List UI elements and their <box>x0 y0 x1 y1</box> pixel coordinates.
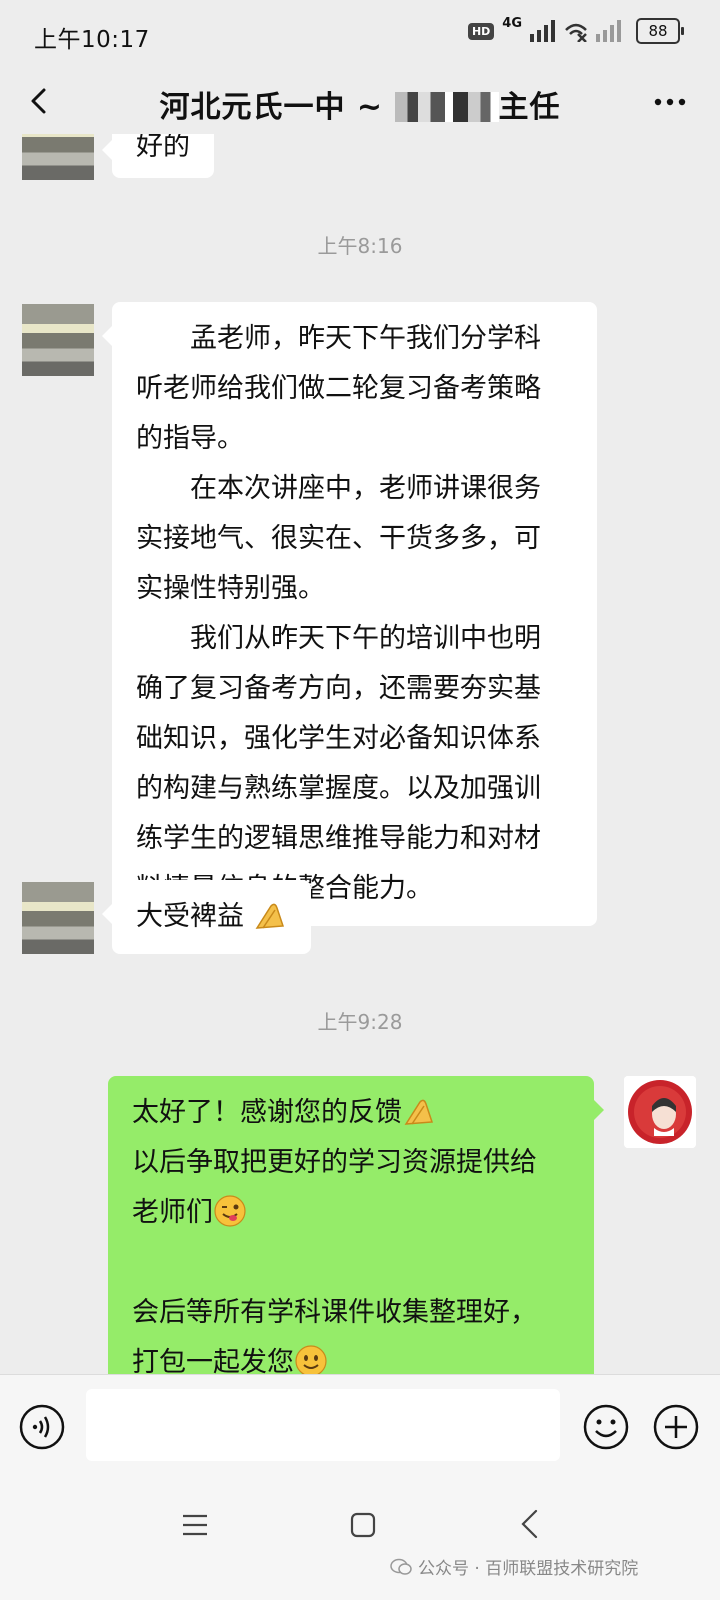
status-time: 上午10:17 <box>34 27 150 53</box>
message-text: 太好了！感谢您的反馈 <box>132 1097 402 1128</box>
message-line: 会后等所有学科课件收集整理好， <box>132 1297 537 1328</box>
voice-icon[interactable] <box>18 1403 66 1451</box>
chat-area[interactable]: 好的 上午8:16 孟老师，昨天下午我们分学科 听老师给我们做二轮复习备考策略 … <box>0 134 720 1374</box>
message-text: 好的 <box>136 134 190 162</box>
avatar[interactable] <box>22 882 94 954</box>
timestamp: 上午8:16 <box>317 234 403 258</box>
message-bubble[interactable]: 大受裨益 <box>102 880 311 954</box>
timestamp: 上午9:28 <box>317 1010 403 1034</box>
message-bubble[interactable]: 孟老师，昨天下午我们分学科 听老师给我们做二轮复习备考策略 的指导。 在本次讲座… <box>102 302 597 926</box>
hd-badge: HD <box>467 22 495 40</box>
signal-icon <box>530 20 555 42</box>
network-type: 4G <box>502 15 522 31</box>
input-bar <box>0 1374 720 1475</box>
masked-name <box>394 91 499 122</box>
message-bubble-sent[interactable]: 太好了！感谢您的反馈 以后争取把更好的学习资源提供给 老师们 ​ 会后等所有学科… <box>108 1076 604 1374</box>
my-avatar[interactable] <box>624 1076 696 1148</box>
message-paragraph: 在本次讲座中，老师讲课很务 实接地气、很实在、干货多多，可 实操性特别强。 <box>136 473 541 604</box>
watermark-text: 公众号 · 百师联盟技术研究院 <box>418 1559 639 1579</box>
message-input[interactable] <box>86 1389 560 1461</box>
nav-back-icon[interactable] <box>518 1508 540 1540</box>
avatar[interactable] <box>22 304 94 376</box>
avatar[interactable] <box>22 134 94 180</box>
message-line: 打包一起发您 <box>132 1338 570 1374</box>
chat-title: 河北元氏一中 ~ 主任 <box>0 82 720 126</box>
wifi-off-icon <box>565 23 587 42</box>
smile-emoji-icon <box>295 1344 327 1374</box>
system-navigation: 公众号 · 百师联盟技术研究院 <box>0 1474 720 1600</box>
message-line: 老师们 <box>132 1188 570 1238</box>
chat-header: 河北元氏一中 ~ 主任 <box>0 70 720 134</box>
avatar-image-icon <box>624 1076 696 1148</box>
chat-title-prefix: 河北元氏一中 ~ <box>159 90 384 125</box>
praying-hands-icon <box>404 1099 434 1125</box>
message-paragraph: 孟老师，昨天下午我们分学科 听老师给我们做二轮复习备考策略 的指导。 <box>136 323 541 454</box>
status-bar: 上午10:17 HD 4G 88 <box>0 0 720 70</box>
praying-hands-icon <box>255 903 284 929</box>
watermark: 公众号 · 百师联盟技术研究院 <box>390 1554 638 1579</box>
message-line: 以后争取把更好的学习资源提供给 <box>132 1147 537 1178</box>
battery-indicator: 88 <box>636 18 684 44</box>
message-text: 老师们 <box>132 1197 213 1228</box>
message-blank-line: ​ <box>132 1238 570 1288</box>
menu-icon[interactable] <box>181 1512 209 1538</box>
message-text: 打包一起发您 <box>132 1347 294 1374</box>
wink-tongue-emoji-icon <box>214 1194 246 1227</box>
message-text: 大受裨益 <box>136 901 244 932</box>
more-dots-icon[interactable] <box>650 88 690 116</box>
signal-weak-icon <box>596 20 621 42</box>
status-icons: HD 4G 88 <box>467 15 684 44</box>
plus-icon[interactable] <box>652 1403 700 1451</box>
chat-title-suffix: 主任 <box>498 90 561 125</box>
emoji-icon[interactable] <box>582 1403 630 1451</box>
message-bubble[interactable]: 好的 <box>102 134 214 178</box>
message-line: 太好了！感谢您的反馈 <box>132 1088 570 1138</box>
home-square-icon[interactable] <box>350 1512 376 1538</box>
message-paragraph: 我们从昨天下午的培训中也明 确了复习备考方向，还需要夯实基 础知识，强化学生对必… <box>136 623 541 904</box>
wechat-official-icon <box>390 1558 412 1575</box>
